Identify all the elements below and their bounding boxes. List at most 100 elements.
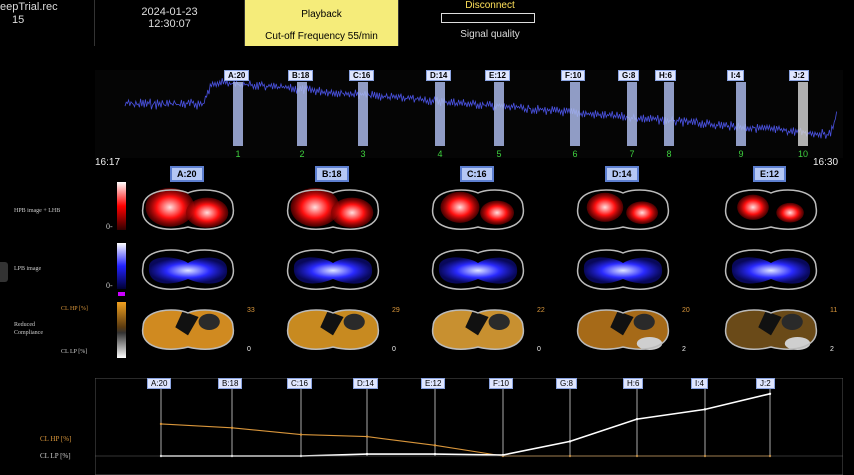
trend-marker-bar[interactable] (664, 82, 674, 146)
trend-marker-label[interactable]: D:14 (426, 70, 452, 81)
panel-hpb-4 (570, 183, 676, 242)
chart-category-label[interactable]: F:10 (489, 378, 514, 389)
hpb-row-label: HPB image + LHB (14, 208, 61, 214)
trend-marker-label[interactable]: C:16 (349, 70, 375, 81)
hpb-image[interactable] (425, 183, 531, 237)
cl-hp-value: 20 (682, 307, 690, 314)
panel-cl-3 (425, 303, 531, 362)
trend-marker-index: 8 (666, 149, 671, 158)
panel-header-d-14[interactable]: D:14 (605, 166, 639, 182)
trend-marker-label[interactable]: I:4 (727, 70, 745, 81)
trend-marker-bar[interactable] (798, 82, 808, 146)
compliance-label: Compliance (14, 330, 43, 336)
chart-category-label[interactable]: E:12 (421, 378, 446, 389)
hpb-image[interactable] (135, 183, 241, 237)
trend-marker-label[interactable]: J:2 (789, 70, 809, 81)
cl-lp-legend: CL LP [%] (40, 452, 71, 460)
panel-header-c-16[interactable]: C:16 (460, 166, 494, 182)
signal-quality-label: Signal quality (460, 29, 520, 40)
disconnect-button[interactable]: Disconnect (399, 0, 581, 11)
trend-marker-bar[interactable] (494, 82, 504, 146)
trend-marker-bar[interactable] (736, 82, 746, 146)
cl-lp-value: 0 (537, 346, 541, 353)
chart-category-label[interactable]: B:18 (218, 378, 243, 389)
lpb-image[interactable] (570, 243, 676, 297)
trend-marker-label[interactable]: A:20 (224, 70, 250, 81)
lpb-image[interactable] (425, 243, 531, 297)
lpb-image[interactable] (718, 243, 824, 297)
cl-lp-row-label: CL LP [%] (61, 349, 88, 355)
chart-category-label[interactable]: D:14 (353, 378, 378, 389)
panel-cl-5 (718, 303, 824, 362)
chart-category-label[interactable]: H:6 (623, 378, 644, 389)
trend-marker-label[interactable]: E:12 (485, 70, 510, 81)
chart-category-label[interactable]: C:16 (287, 378, 312, 389)
cl-image[interactable] (135, 303, 241, 357)
trend-marker-label[interactable]: B:18 (288, 70, 314, 81)
trend-marker-label[interactable]: H:6 (655, 70, 676, 81)
cl-image[interactable] (280, 303, 386, 357)
trend-start-time: 16:17 (95, 157, 121, 168)
series-point (159, 422, 163, 426)
lpb-image[interactable] (280, 243, 386, 297)
filter-label: Cut-off Frequency 55/min (265, 31, 378, 42)
hpb-image[interactable] (280, 183, 386, 237)
lpb-image[interactable] (135, 243, 241, 297)
cl-image[interactable] (718, 303, 824, 357)
panel-lpb-1 (135, 243, 241, 302)
connection-panel: Disconnect Signal quality (399, 0, 581, 46)
top-bar: eepTrial.rec 15 2024-01-23 12:30:07 Play… (0, 0, 854, 46)
chart-category-label[interactable]: I:4 (691, 378, 708, 389)
hpb-image[interactable] (570, 183, 676, 237)
panel-lpb-3 (425, 243, 531, 302)
panel-lpb-5 (718, 243, 824, 302)
lpb-row-label: LPB image (14, 266, 42, 272)
cl-hp-value: 33 (247, 307, 255, 314)
chart-category-label[interactable]: J:2 (756, 378, 775, 389)
panel-hpb-2 (280, 183, 386, 242)
cl-lp-value: 0 (392, 346, 396, 353)
date-label: 2024-01-23 (141, 6, 198, 18)
trend-marker-index: 9 (738, 149, 743, 158)
trend-marker-label[interactable]: F:10 (561, 70, 586, 81)
trend-marker-bar[interactable] (570, 82, 580, 146)
panel-header-b-18[interactable]: B:18 (315, 166, 349, 182)
trend-plot: 1 2 3 4 5 6 7 8 9 10 (95, 70, 843, 159)
mode-label: Playback (301, 9, 342, 20)
panel-cl-2 (280, 303, 386, 362)
compliance-chart (95, 378, 843, 475)
file-name: eepTrial.rec (0, 1, 58, 13)
trend-marker-label[interactable]: G:8 (618, 70, 640, 81)
trend-marker-bar[interactable] (297, 82, 307, 146)
chart-category-label[interactable]: G:8 (556, 378, 577, 389)
series-point (299, 433, 303, 436)
hpb-zero: 0- (106, 222, 113, 231)
reduced-label: Reduced (14, 322, 35, 328)
trend-marker-bar[interactable] (627, 82, 637, 146)
playback-panel[interactable]: Playback Cut-off Frequency 55/min (245, 0, 399, 46)
cl-image[interactable] (570, 303, 676, 357)
series-point (230, 426, 234, 430)
cl-hp-value: 29 (392, 307, 400, 314)
series-point (433, 444, 437, 447)
chart-category-label[interactable]: A:20 (147, 378, 172, 389)
impedance-trend[interactable]: 1 2 3 4 5 6 7 8 9 10 (95, 70, 843, 159)
trend-marker-bar[interactable] (358, 82, 368, 146)
panel-header-a-20[interactable]: A:20 (170, 166, 204, 182)
trend-marker-bar[interactable] (435, 82, 445, 146)
side-panel-handle[interactable] (0, 262, 8, 282)
trend-marker-bar[interactable] (233, 82, 243, 146)
panel-hpb-3 (425, 183, 531, 242)
series-point (768, 392, 772, 396)
panel-hpb-1 (135, 183, 241, 242)
color-scales (117, 182, 126, 358)
file-info: eepTrial.rec 15 (0, 0, 95, 46)
panel-cl-1 (135, 303, 241, 362)
trend-marker-index: 10 (798, 149, 808, 158)
signal-quality-bar (441, 13, 535, 23)
hpb-image[interactable] (718, 183, 824, 237)
panel-lpb-4 (570, 243, 676, 302)
panel-header-e-12[interactable]: E:12 (753, 166, 787, 182)
lpb-zero: 0- (106, 281, 113, 290)
cl-image[interactable] (425, 303, 531, 357)
